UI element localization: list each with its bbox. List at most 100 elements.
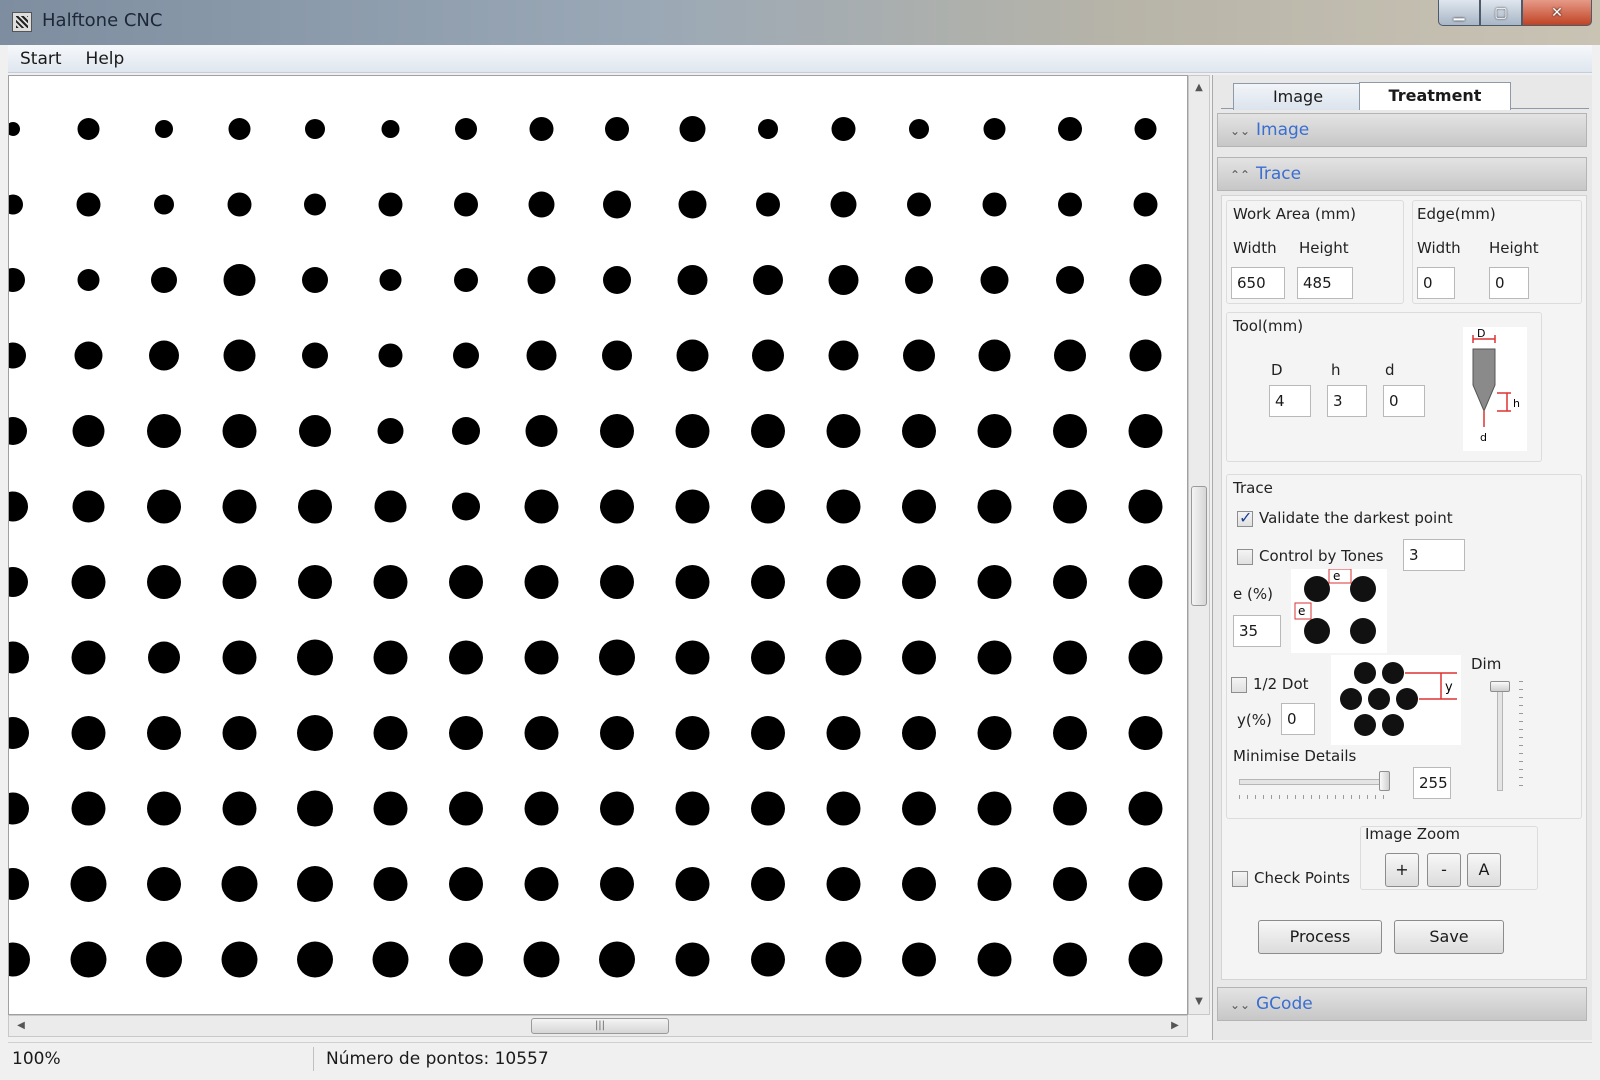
- section-gcode-header[interactable]: ⌄⌄ GCode: [1217, 987, 1587, 1021]
- save-button[interactable]: Save: [1394, 920, 1504, 954]
- halftone-dot: [1128, 716, 1163, 750]
- edge-width-input[interactable]: 0: [1417, 267, 1455, 299]
- menu-bar: Start Help: [8, 45, 1592, 73]
- section-trace-header[interactable]: ⌃⌃ Trace: [1217, 157, 1587, 191]
- tool-D-input[interactable]: 4: [1269, 385, 1311, 417]
- halftone-dot: [902, 489, 936, 524]
- minimise-slider-ticks: [1239, 795, 1387, 799]
- horizontal-scroll-thumb[interactable]: |||: [531, 1018, 669, 1034]
- check-points-checkbox[interactable]: [1232, 871, 1248, 887]
- work-area-title: Work Area (mm): [1233, 205, 1356, 223]
- edge-height-input[interactable]: 0: [1489, 267, 1529, 299]
- halftone-dot: [452, 492, 480, 521]
- halftone-dot: [676, 339, 709, 372]
- halftone-dot: [9, 868, 29, 900]
- horizontal-scrollbar[interactable]: ◀ ||| ▶: [8, 1015, 1188, 1037]
- work-height-input[interactable]: 485: [1297, 267, 1353, 299]
- halftone-dot: [751, 867, 785, 901]
- halftone-dot: [1053, 867, 1087, 901]
- menu-start[interactable]: Start: [8, 49, 74, 69]
- window-controls: ▁ ▢ ✕: [1438, 0, 1592, 26]
- section-image-header[interactable]: ⌄⌄ Image: [1217, 113, 1587, 147]
- halftone-dot: [751, 489, 785, 524]
- halftone-dot: [9, 717, 29, 749]
- minimise-value-input[interactable]: 255: [1413, 767, 1451, 799]
- tab-treatment[interactable]: Treatment: [1359, 82, 1511, 110]
- halftone-dot: [902, 414, 936, 448]
- halftone-canvas[interactable]: [8, 75, 1188, 1015]
- trace-title: Trace: [1233, 479, 1273, 497]
- halftone-dot: [603, 190, 631, 219]
- tool-diagram-d: d: [1480, 431, 1487, 444]
- minimize-button[interactable]: ▁: [1438, 0, 1480, 26]
- halftone-dot: [9, 342, 26, 369]
- menu-help[interactable]: Help: [74, 49, 137, 69]
- dim-label: Dim: [1471, 655, 1502, 673]
- process-button[interactable]: Process: [1258, 920, 1382, 954]
- e-percent-input[interactable]: 35: [1233, 615, 1281, 647]
- zoom-out-button[interactable]: -: [1427, 853, 1461, 887]
- validate-darkest-checkbox[interactable]: [1237, 508, 1253, 527]
- halftone-dot: [1128, 489, 1163, 524]
- y-percent-input[interactable]: 0: [1281, 703, 1315, 735]
- scroll-up-icon[interactable]: ▲: [1189, 78, 1209, 98]
- halftone-dot: [902, 867, 936, 901]
- chevron-down-icon: ⌄⌄: [1230, 124, 1251, 138]
- halftone-dot: [147, 489, 181, 524]
- halftone-dot: [298, 489, 332, 524]
- halftone-dot: [751, 414, 785, 448]
- halftone-dot: [1053, 716, 1087, 750]
- tool-D-label: D: [1271, 361, 1283, 379]
- halftone-dot: [751, 942, 785, 977]
- halftone-dot: [977, 489, 1012, 524]
- zoom-in-button[interactable]: +: [1385, 853, 1419, 887]
- halftone-dot: [1128, 942, 1163, 977]
- tab-image[interactable]: Image: [1233, 83, 1363, 110]
- app-window: Halftone CNC ▁ ▢ ✕ Start Help ▲ ▼ ◀ ||| …: [0, 0, 1600, 1080]
- halftone-dot: [223, 339, 256, 372]
- control-by-tones-checkbox[interactable]: [1237, 549, 1253, 565]
- close-button[interactable]: ✕: [1522, 0, 1592, 26]
- halftone-dot: [147, 867, 181, 901]
- tool-d-input[interactable]: 0: [1383, 385, 1425, 417]
- halftone-dot: [1129, 339, 1162, 372]
- section-gcode-label: GCode: [1256, 994, 1313, 1014]
- status-point-count: Número de pontos: 10557: [326, 1049, 549, 1069]
- halftone-dot: [9, 792, 29, 825]
- halftone-dot: [147, 716, 181, 750]
- tones-input[interactable]: 3: [1403, 539, 1465, 571]
- minimise-slider-thumb[interactable]: [1379, 771, 1390, 791]
- scroll-down-icon[interactable]: ▼: [1189, 992, 1209, 1012]
- half-dot-label: 1/2 Dot: [1253, 675, 1309, 693]
- panel-tabs: Image Treatment: [1221, 79, 1589, 110]
- halftone-dot: [378, 343, 403, 368]
- halftone-dot: [756, 192, 780, 217]
- work-width-input[interactable]: 650: [1231, 267, 1285, 299]
- edge-title: Edge(mm): [1417, 205, 1496, 223]
- halftone-dot: [74, 341, 103, 370]
- half-dot-checkbox[interactable]: [1231, 677, 1247, 693]
- halftone-dot: [71, 791, 106, 826]
- maximize-button[interactable]: ▢: [1480, 0, 1522, 26]
- zoom-auto-button[interactable]: A: [1467, 853, 1501, 887]
- halftone-dot: [525, 415, 558, 447]
- halftone-dot: [826, 791, 861, 826]
- halftone-dot: [72, 415, 105, 447]
- vertical-scroll-thumb[interactable]: [1191, 486, 1207, 606]
- halftone-dot: [751, 716, 785, 750]
- tool-h-input[interactable]: 3: [1327, 385, 1367, 417]
- scroll-left-icon[interactable]: ◀: [11, 1016, 31, 1036]
- dim-slider-track[interactable]: [1497, 681, 1503, 791]
- tool-diagram-h: h: [1513, 397, 1520, 410]
- halftone-dot: [221, 866, 258, 902]
- chevron-down-icon: ⌄⌄: [1230, 998, 1251, 1012]
- halftone-dot: [978, 339, 1011, 372]
- vertical-scrollbar[interactable]: ▲ ▼: [1188, 75, 1210, 1015]
- dim-slider-thumb[interactable]: [1490, 681, 1510, 692]
- scroll-right-icon[interactable]: ▶: [1165, 1016, 1185, 1036]
- halftone-preview: [9, 116, 1163, 978]
- tool-d-label: d: [1385, 361, 1395, 379]
- halftone-dot: [675, 791, 710, 826]
- halftone-dot: [302, 267, 328, 293]
- minimise-slider-track[interactable]: [1239, 779, 1387, 785]
